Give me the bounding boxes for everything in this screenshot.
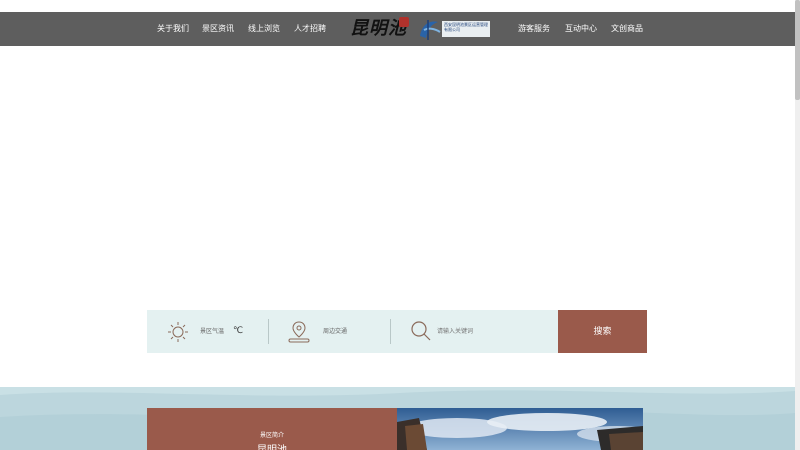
scenic-photo: [397, 408, 643, 450]
divider: [390, 319, 391, 344]
company-logo-icon: [420, 20, 441, 40]
weather-segment: 景区气温 ℃: [147, 310, 268, 353]
info-search-bar: 景区气温 ℃ 周边交通 搜索: [147, 310, 647, 353]
intro-label: 景区简介: [259, 432, 284, 439]
page-scrollbar[interactable]: [795, 0, 800, 450]
logo-seal: [399, 17, 409, 27]
main-nav: 关于我们 景区资讯 线上浏览 人才招聘 昆明池 西安昆明池景区运营管理有限公司 …: [0, 12, 795, 46]
search-button[interactable]: 搜索: [558, 310, 647, 353]
nav-news[interactable]: 景区资讯: [202, 12, 234, 46]
nav-cultural-products[interactable]: 文创商品: [611, 12, 643, 46]
search-input[interactable]: [437, 323, 547, 339]
nav-recruitment[interactable]: 人才招聘: [294, 12, 326, 46]
intro-section: 景区简介 昆明池: [0, 387, 795, 450]
traffic-segment[interactable]: 周边交通: [269, 310, 390, 353]
site-logo[interactable]: 昆明池 西安昆明池景区运营管理有限公司: [350, 14, 492, 44]
sun-icon: [168, 322, 188, 342]
scrollbar-thumb[interactable]: [795, 0, 800, 100]
location-pin-icon: [288, 321, 310, 343]
temperature-value: ℃: [233, 326, 244, 336]
top-strip: [0, 0, 800, 12]
nav-online-browse[interactable]: 线上浏览: [248, 12, 280, 46]
weather-label: 景区气温: [200, 328, 225, 335]
search-icon: [411, 321, 431, 341]
nav-about[interactable]: 关于我们: [157, 12, 189, 46]
intro-title: 昆明池: [147, 441, 397, 450]
nav-visitor-service[interactable]: 游客服务: [518, 12, 550, 46]
intro-card[interactable]: 景区简介 昆明池: [147, 408, 397, 450]
nav-interaction-center[interactable]: 互动中心: [565, 12, 597, 46]
logo-company-name: 西安昆明池景区运营管理有限公司: [442, 21, 490, 37]
traffic-label: 周边交通: [323, 328, 348, 335]
